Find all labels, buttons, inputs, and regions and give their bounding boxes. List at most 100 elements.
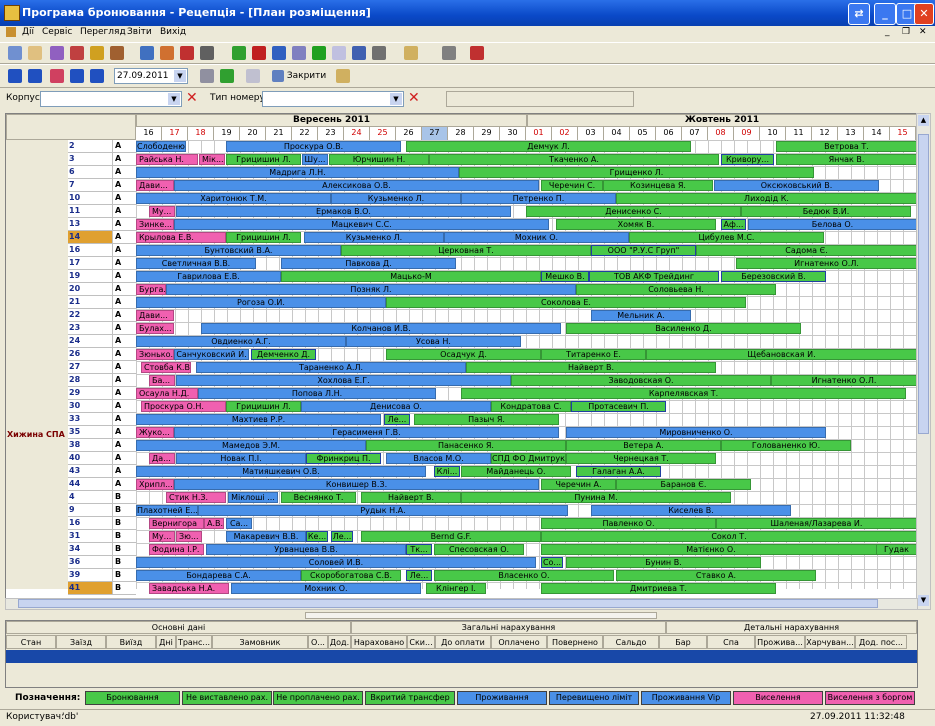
booking-bar[interactable]: Жуко... [136, 427, 174, 438]
booking-bar[interactable]: Стовба К.В. [141, 362, 191, 373]
splitter-handle[interactable] [305, 612, 657, 619]
booking-bar[interactable]: Овдиенко А.Г. [136, 336, 346, 347]
next-icon[interactable] [70, 69, 84, 83]
booking-bar[interactable]: Ле... [384, 414, 410, 425]
booking-bar[interactable]: Мохник О. [444, 232, 629, 243]
booking-bar[interactable]: Юрчишин Н. [329, 154, 429, 165]
booking-bar[interactable]: Ке... [306, 531, 328, 542]
booking-bar[interactable]: Щебановская И. [646, 349, 917, 360]
booking-bar[interactable]: Пунина М. [461, 492, 731, 503]
table-row[interactable] [6, 650, 917, 663]
chevron-down-icon[interactable]: ▼ [174, 70, 186, 82]
booking-bar[interactable]: Галаган А.А. [576, 466, 661, 477]
booking-bar[interactable]: Тк... [406, 544, 432, 555]
room-number[interactable]: 22 [68, 309, 112, 322]
room-number[interactable]: 7 [68, 179, 112, 192]
column-header[interactable]: Сальдо [603, 635, 659, 649]
room-number[interactable]: 6 [68, 166, 112, 179]
booking-bar[interactable]: А.В. [204, 518, 224, 529]
booking-bar[interactable]: Денисова О. [301, 401, 491, 412]
booking-bar[interactable]: Слободенюк... [136, 141, 186, 152]
column-header[interactable]: До оплати [435, 635, 491, 649]
booking-bar[interactable]: Грицишин Л. [226, 154, 301, 165]
envelope-icon[interactable] [332, 46, 346, 60]
booking-bar[interactable]: ТОВ АКФ Трейдинг [589, 271, 719, 282]
booking-bar[interactable]: Рогоза О.И. [136, 297, 386, 308]
room-number[interactable]: 14 [68, 231, 112, 244]
booking-bar[interactable]: Мацкевич С.С. [174, 219, 549, 230]
scroll-up-icon[interactable]: ▲ [918, 115, 929, 126]
speaker-icon[interactable] [470, 46, 484, 60]
people-icon[interactable] [292, 46, 306, 60]
mail-icon[interactable] [28, 46, 42, 60]
booking-bar[interactable]: Светличная В.В. [136, 258, 256, 269]
booking-bar[interactable]: Демчук Л. [406, 141, 691, 152]
room-number[interactable]: 24 [68, 335, 112, 348]
booking-bar[interactable]: Клі... [434, 466, 460, 477]
booking-bar[interactable]: Черечин С. [541, 180, 603, 191]
corpus-select[interactable]: ▼ [40, 91, 182, 107]
chevron-down-icon[interactable]: ▼ [168, 93, 180, 105]
booking-bar[interactable]: Махтиев Р.Р. [136, 414, 381, 425]
booking-bar[interactable]: Фодина І.Р. [149, 544, 204, 555]
booking-bar[interactable]: Зю... [176, 531, 202, 542]
booking-bar[interactable]: Павленко О. [541, 518, 716, 529]
menu-view[interactable]: Перегляд [80, 27, 126, 37]
booking-bar[interactable]: Цибулев М.С. [629, 232, 824, 243]
booking-bar[interactable]: Найверт В. [361, 492, 461, 503]
booking-bar[interactable]: Ба... [149, 375, 175, 386]
booking-bar[interactable]: СПД ФО Дмитрук [491, 453, 566, 464]
booking-bar[interactable]: Герасименя Г.В. [174, 427, 559, 438]
list-icon[interactable] [246, 69, 260, 83]
booking-bar[interactable]: Bernd G.F. [361, 531, 541, 542]
room-number[interactable]: 33 [68, 413, 112, 426]
room-number[interactable]: 38 [68, 439, 112, 452]
room-number[interactable]: 40 [68, 452, 112, 465]
booking-bar[interactable]: Попова Л.Н. [198, 388, 436, 399]
booking-bar[interactable]: Ле... [331, 531, 353, 542]
booking-bar[interactable]: Гаврилова Е.В. [136, 271, 281, 282]
hscroll-thumb[interactable] [18, 599, 878, 608]
booking-bar[interactable]: Веснянко Т. [281, 492, 356, 503]
booking-bar[interactable]: Черечин А. [541, 479, 616, 490]
mdi-close-icon[interactable]: ✕ [919, 27, 927, 37]
booking-bar[interactable]: Церковная Т. [341, 245, 591, 256]
clipboard-icon[interactable] [404, 46, 418, 60]
booking-bar[interactable]: Гудак [876, 544, 917, 555]
booking-bar[interactable]: Протасевич П. [571, 401, 666, 412]
booking-bar[interactable]: ООО "Р.У.С Груп" [591, 245, 696, 256]
booking-bar[interactable]: Урванцева В.В. [206, 544, 406, 555]
booking-bar[interactable]: Игнатенко О.Л. [736, 258, 917, 269]
room-number[interactable]: 10 [68, 192, 112, 205]
column-header[interactable]: О... [308, 635, 328, 649]
zoom-icon[interactable] [200, 69, 214, 83]
booking-bar[interactable]: Оксюковський В. [714, 180, 879, 191]
food-icon[interactable] [110, 46, 124, 60]
booking-bar[interactable]: Аф... [721, 219, 746, 230]
booking-bar[interactable]: Зюнько... [136, 349, 174, 360]
room-number[interactable]: 16 [68, 244, 112, 257]
horizontal-scrollbar[interactable] [5, 598, 918, 610]
refresh-icon[interactable] [220, 69, 234, 83]
room-number[interactable]: 21 [68, 296, 112, 309]
booking-bar[interactable]: Кривору... [721, 154, 774, 165]
room-number[interactable]: 44 [68, 478, 112, 491]
booking-bar[interactable]: Спесовская О. [434, 544, 524, 555]
booking-bar[interactable]: Игнатенко О.Л. [771, 375, 917, 386]
mdi-minimize-icon[interactable]: _ [885, 27, 890, 37]
room-number[interactable]: 23 [68, 322, 112, 335]
booking-bar[interactable]: Голованенко Ю. [721, 440, 851, 451]
booking-bar[interactable]: Петренко П. [461, 193, 616, 204]
booking-cells[interactable]: Слободенюк... Проскура О.В. Демчук Л. Ветро… [136, 140, 917, 594]
booking-bar[interactable]: Мельник А. [591, 310, 691, 321]
booking-bar[interactable]: Міклоші ... [228, 492, 278, 503]
room-type-select[interactable]: ▼ [262, 91, 404, 107]
booking-bar[interactable]: Мадрига Л.Н. [136, 167, 459, 178]
booking-bar[interactable]: Матияшкевич О.В. [136, 466, 426, 477]
booking-bar[interactable]: Мешко В. [541, 271, 589, 282]
booking-bar[interactable]: Крылова Е.В. [136, 232, 226, 243]
room-number[interactable]: 36 [68, 556, 112, 569]
booking-bar[interactable]: Тараненко А.Л. [196, 362, 466, 373]
menu-reports[interactable]: Звіти [127, 27, 152, 37]
column-header[interactable]: Харчуван... [805, 635, 855, 649]
